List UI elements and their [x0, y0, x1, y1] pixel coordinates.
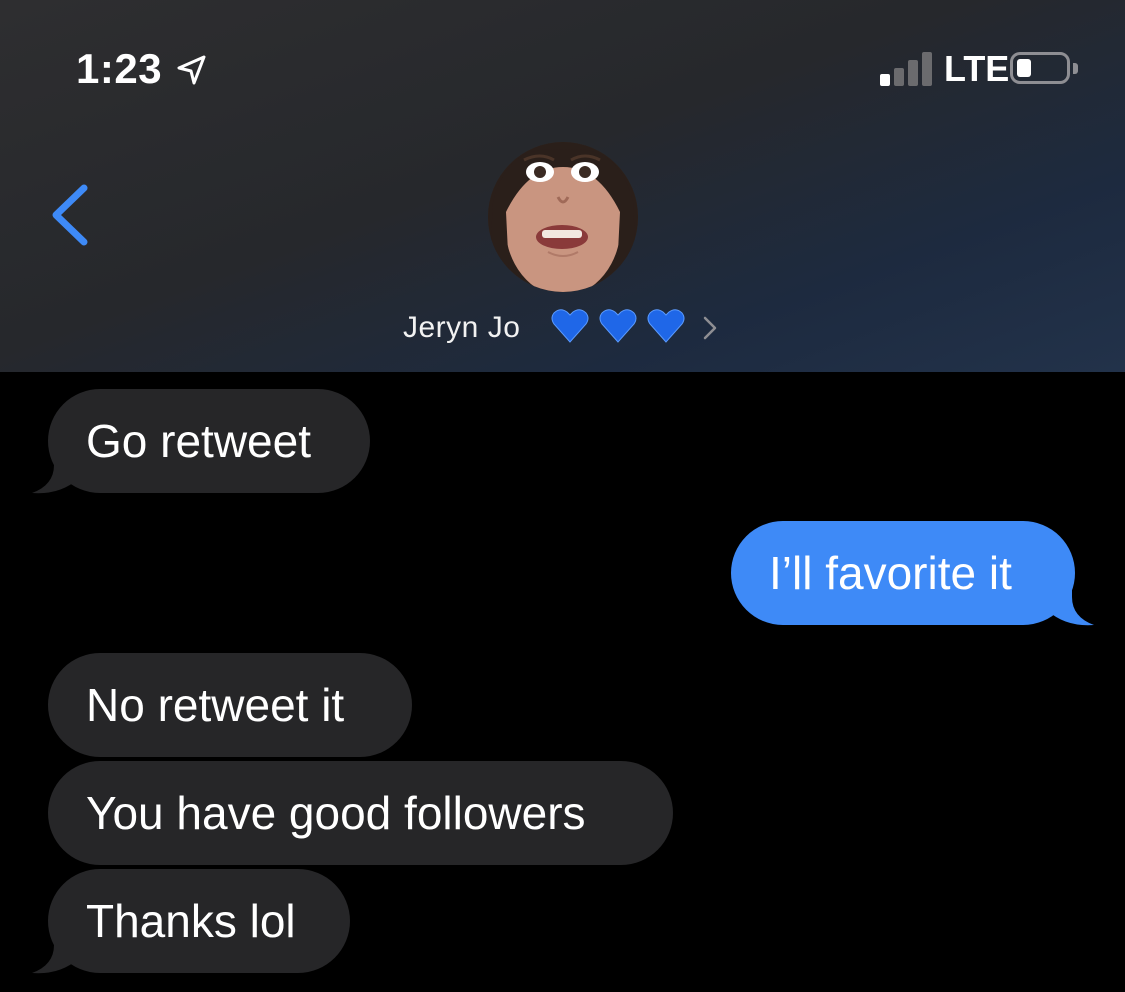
avatar-photo [488, 142, 638, 292]
message-bubble-incoming[interactable]: No retweet it [48, 653, 412, 757]
message-bubble-outgoing[interactable]: I’ll favorite it [731, 521, 1075, 625]
message-text: No retweet it [86, 679, 345, 731]
contact-name: Jeryn Jo [403, 311, 521, 344]
status-time: 1:23 [76, 45, 163, 92]
bubble-tail [32, 935, 78, 974]
network-type: LTE [944, 48, 1010, 89]
message-text: You have good followers [86, 787, 586, 839]
message-bubble-incoming[interactable]: Thanks lol [48, 869, 350, 973]
bubble-tail [32, 455, 78, 494]
conversation-header: 1:23 LTE Jeryn Jo [0, 0, 1125, 372]
blue-heart-icons [551, 309, 685, 343]
message-text: Go retweet [86, 415, 311, 467]
chevron-right-icon [703, 316, 717, 340]
location-arrow-icon [177, 55, 206, 85]
signal-strength-icon [880, 50, 936, 86]
battery-cap [1073, 63, 1078, 74]
message-text: Thanks lol [86, 895, 296, 947]
contact-avatar[interactable] [488, 142, 638, 292]
bubble-tail [1048, 587, 1094, 626]
message-bubble-incoming[interactable]: You have good followers [48, 761, 673, 865]
message-bubble-incoming[interactable]: Go retweet [48, 389, 370, 493]
message-text: I’ll favorite it [769, 547, 1012, 599]
battery-icon [1010, 52, 1070, 84]
contact-details-link[interactable]: Jeryn Jo [0, 300, 1125, 352]
chevron-left-icon[interactable] [46, 180, 96, 250]
